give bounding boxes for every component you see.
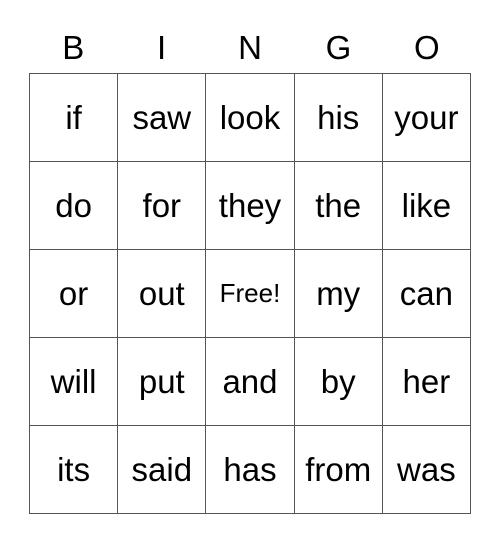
bingo-cell[interactable]: if — [30, 74, 119, 162]
bingo-cell[interactable]: for — [118, 162, 207, 250]
bingo-cell[interactable]: your — [382, 74, 471, 162]
bingo-cell[interactable]: has — [206, 426, 295, 514]
bingo-cell[interactable]: put — [118, 338, 207, 426]
header-letter-o: O — [413, 29, 440, 66]
bingo-cell[interactable]: said — [118, 426, 207, 514]
header-letter-g: G — [325, 29, 352, 66]
bingo-cell[interactable]: his — [294, 74, 383, 162]
bingo-cell[interactable]: out — [118, 250, 207, 338]
bingo-cell[interactable]: will — [30, 338, 119, 426]
free-space-cell[interactable]: Free! — [206, 250, 295, 338]
header-letter-n: N — [238, 29, 262, 66]
bingo-cell[interactable]: they — [206, 162, 295, 250]
bingo-cell[interactable]: do — [30, 162, 119, 250]
bingo-cell[interactable]: by — [294, 338, 383, 426]
bingo-grid: if saw look his your do for they the like or out Fre… — [29, 73, 471, 514]
bingo-header: BINGO — [29, 26, 471, 70]
bingo-cell[interactable]: from — [294, 426, 383, 514]
bingo-cell[interactable]: like — [382, 162, 471, 250]
bingo-cell[interactable]: can — [382, 250, 471, 338]
bingo-cell[interactable]: and — [206, 338, 295, 426]
bingo-cell[interactable]: its — [30, 426, 119, 514]
bingo-cell[interactable]: look — [206, 74, 295, 162]
bingo-cell[interactable]: saw — [118, 74, 207, 162]
header-letter-b: B — [62, 29, 85, 66]
bingo-cell[interactable]: or — [30, 250, 119, 338]
bingo-cell[interactable]: was — [382, 426, 471, 514]
bingo-cell[interactable]: my — [294, 250, 383, 338]
bingo-cell[interactable]: the — [294, 162, 383, 250]
bingo-cell[interactable]: her — [382, 338, 471, 426]
header-letter-i: I — [157, 29, 167, 66]
